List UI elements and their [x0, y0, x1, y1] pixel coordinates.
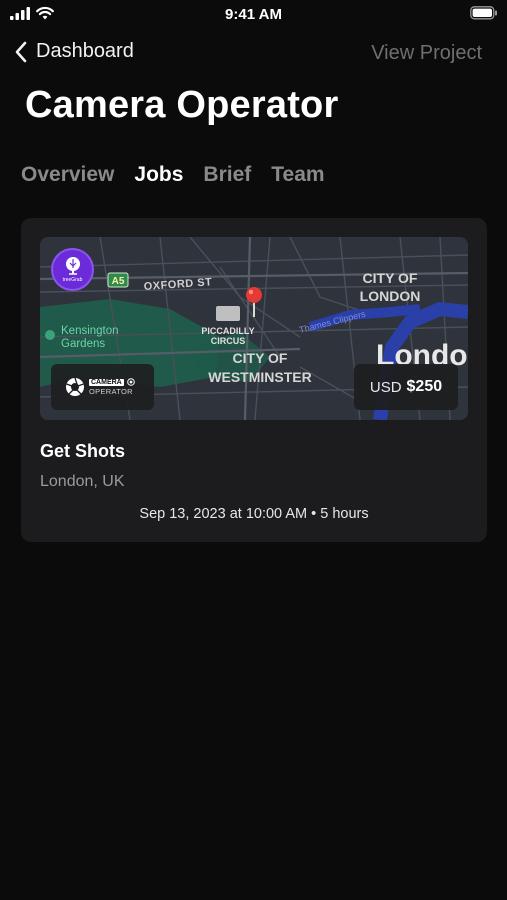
- map-label-road: A5: [112, 276, 125, 287]
- job-location: London, UK: [40, 473, 125, 490]
- map-label-city-area-1: CITY OF: [363, 270, 418, 286]
- chevron-left-icon: [15, 41, 27, 62]
- page-title: Camera Operator: [25, 84, 339, 126]
- map-label-landmark-1: PICCADILLY: [201, 326, 254, 336]
- job-card[interactable]: A5 OXFORD ST Kensington Gardens PICCADIL…: [21, 218, 487, 542]
- brand-logo-text: treeGrab: [62, 277, 83, 283]
- tab-bar: Overview Jobs Brief Team: [21, 163, 325, 187]
- tab-brief[interactable]: Brief: [203, 163, 251, 187]
- back-button[interactable]: Dashboard: [14, 40, 134, 63]
- status-time: 9:41 AM: [225, 6, 282, 23]
- tree-icon: [65, 257, 80, 275]
- battery-icon: [470, 6, 497, 20]
- map-label-district-2: WESTMINSTER: [208, 369, 311, 385]
- map-label-city-area-2: LONDON: [360, 288, 421, 304]
- camera-badge-sub: OPERATOR: [89, 387, 133, 396]
- price-badge: USD $250: [354, 364, 458, 410]
- map-label-landmark-2: CIRCUS: [211, 336, 246, 346]
- map-label-park: Kensington: [61, 325, 119, 337]
- brand-logo: treeGrab: [51, 248, 94, 291]
- job-title: Get Shots: [40, 441, 126, 461]
- map-label-district-1: CITY OF: [233, 350, 288, 366]
- job-schedule: Sep 13, 2023 at 10:00 AM • 5 hours: [139, 506, 369, 522]
- tab-overview[interactable]: Overview: [21, 163, 114, 187]
- camera-badge-word: CAMERA: [89, 378, 124, 386]
- location-pin-icon: [246, 287, 262, 303]
- map-label-park-2: Gardens: [61, 338, 105, 350]
- aperture-icon: [66, 377, 84, 396]
- record-icon: [126, 378, 135, 386]
- tab-team[interactable]: Team: [271, 163, 324, 187]
- view-project-button[interactable]: View Project: [371, 42, 482, 65]
- navigation-bar: Dashboard View Project: [0, 38, 507, 70]
- status-bar: 9:41 AM: [0, 0, 507, 30]
- price-amount: $250: [406, 378, 443, 395]
- price-currency: USD: [369, 378, 402, 396]
- tab-jobs[interactable]: Jobs: [134, 163, 183, 187]
- job-map[interactable]: A5 OXFORD ST Kensington Gardens PICCADIL…: [40, 237, 468, 420]
- camera-operator-badge: CAMERA OPERATOR: [51, 364, 154, 410]
- back-button-label: Dashboard: [36, 40, 134, 62]
